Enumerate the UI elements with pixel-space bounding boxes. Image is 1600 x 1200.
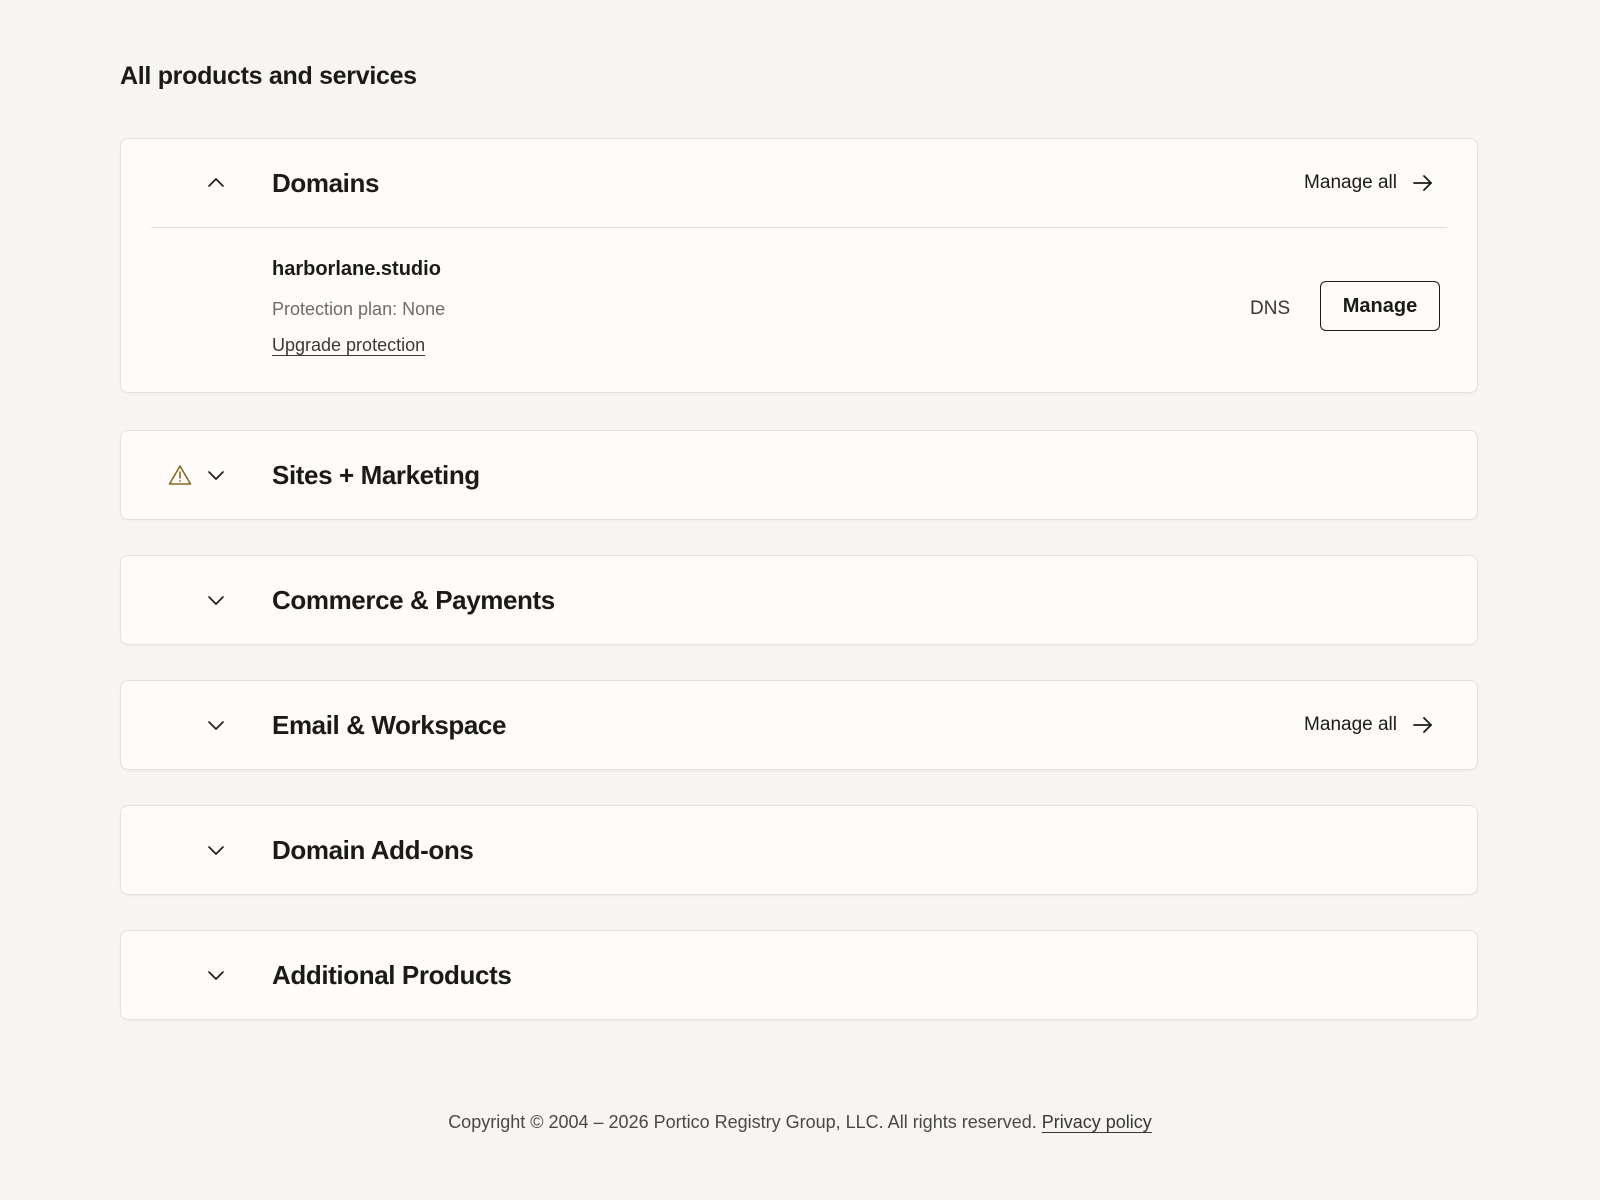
upgrade-protection-link[interactable]: Upgrade protection [272,335,425,356]
copyright-text: Copyright © 2004 – 2026 Portico Registry… [448,1112,1037,1132]
section-sites-marketing-header[interactable]: Sites + Marketing [121,431,1477,519]
manage-all-label: Manage all [1304,714,1397,735]
section-email-workspace-header[interactable]: Email & Workspace Manage all [121,681,1477,769]
section-domains: Domains Manage all harborlane.studio Pro… [120,138,1478,393]
section-commerce-payments: Commerce & Payments [120,555,1478,645]
footer: Copyright © 2004 – 2026 Portico Registry… [0,1112,1600,1133]
section-title: Domain Add-ons [272,835,474,865]
chevron-down-icon[interactable] [206,465,226,485]
arrow-right-icon [1413,717,1432,733]
domain-row: harborlane.studio Protection plan: None … [121,228,1477,392]
manage-button[interactable]: Manage [1320,281,1440,331]
section-domain-addons-header[interactable]: Domain Add-ons [121,806,1477,894]
section-title: Email & Workspace [272,710,507,740]
chevron-up-icon[interactable] [206,173,226,193]
privacy-policy-link[interactable]: Privacy policy [1042,1112,1152,1132]
section-title: Sites + Marketing [272,460,480,490]
chevron-down-icon[interactable] [206,965,226,985]
manage-all-label: Manage all [1304,172,1397,193]
manage-all-link-email[interactable]: Manage all [1304,713,1435,737]
protection-plan-text: Protection plan: None [272,299,446,319]
dns-link[interactable]: DNS [1250,298,1290,320]
section-domains-header[interactable]: Domains Manage all [121,139,1477,227]
arrow-right-icon [1413,175,1432,191]
page-title: All products and services [120,62,417,90]
chevron-down-icon[interactable] [206,715,226,735]
section-title: Commerce & Payments [272,585,555,615]
chevron-down-icon[interactable] [206,840,226,860]
section-commerce-payments-header[interactable]: Commerce & Payments [121,556,1477,644]
section-email-workspace: Email & Workspace Manage all [120,680,1478,770]
section-domain-addons: Domain Add-ons [120,805,1478,895]
section-title: Additional Products [272,960,512,990]
section-additional-products: Additional Products [120,930,1478,1020]
section-sites-marketing: Sites + Marketing [120,430,1478,520]
domain-name: harborlane.studio [272,258,441,280]
section-additional-products-header[interactable]: Additional Products [121,931,1477,1019]
manage-all-link-domains[interactable]: Manage all [1304,171,1435,195]
section-title: Domains [272,168,380,198]
chevron-down-icon[interactable] [206,590,226,610]
warning-triangle-icon [168,465,192,485]
